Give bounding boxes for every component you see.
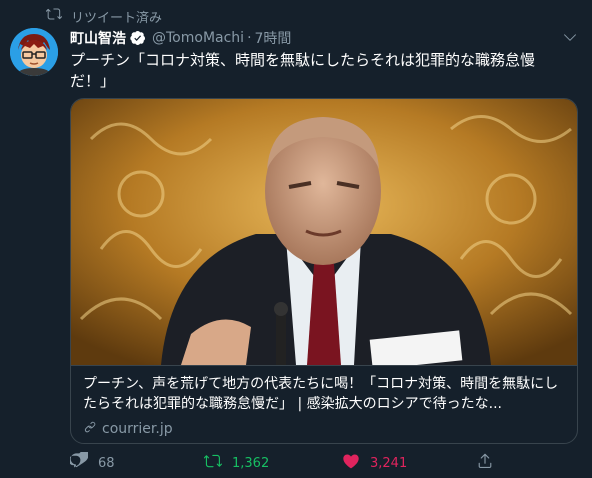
retweet-button[interactable]: 1,362 [203, 452, 270, 474]
retweet-icon [203, 452, 223, 474]
card-body[interactable]: プーチン、声を荒げて地方の代表たちに喝！「コロナ対策、時間を無駄にしたらそれは犯… [71, 365, 577, 443]
link-card[interactable]: プーチン、声を荒げて地方の代表たちに喝！「コロナ対策、時間を無駄にしたらそれは犯… [70, 98, 578, 444]
header-separator: · [247, 30, 252, 46]
avatar[interactable] [10, 28, 58, 76]
reply-icon [68, 449, 89, 474]
like-count: 3,241 [370, 455, 408, 471]
like-button[interactable]: 3,241 [342, 452, 407, 474]
tweet-actions: 68 1,362 3,241 [68, 449, 500, 474]
reply-button[interactable]: 68 [68, 449, 115, 474]
retweet-icon [45, 6, 63, 26]
heart-icon [342, 452, 360, 474]
share-button[interactable] [476, 452, 494, 474]
card-image[interactable] [71, 99, 577, 370]
tweet-timestamp[interactable]: 7時間 [255, 28, 292, 48]
retweet-count: 1,362 [232, 455, 270, 471]
tweet-text: プーチン「コロナ対策、時間を無駄にしたらそれは犯罪的な職務怠慢だ！」 [70, 51, 536, 90]
retweet-notice: リツイート済み [45, 6, 163, 26]
card-domain: courrier.jp [83, 419, 565, 438]
reply-count: 68 [98, 455, 115, 471]
card-domain-label: courrier.jp [102, 420, 173, 437]
verified-badge-icon [130, 30, 146, 46]
retweet-notice-label: リツイート済み [71, 10, 163, 26]
tweet-header: 町山智浩 @TomoMachi · 7時間 [70, 28, 291, 48]
chevron-down-icon[interactable] [562, 30, 578, 46]
link-icon [83, 419, 98, 438]
card-title[interactable]: プーチン、声を荒げて地方の代表たちに喝！「コロナ対策、時間を無駄にしたらそれは犯… [83, 374, 565, 414]
author-name[interactable]: 町山智浩 [70, 28, 126, 48]
share-icon [476, 452, 494, 474]
author-handle[interactable]: @TomoMachi [152, 30, 244, 46]
